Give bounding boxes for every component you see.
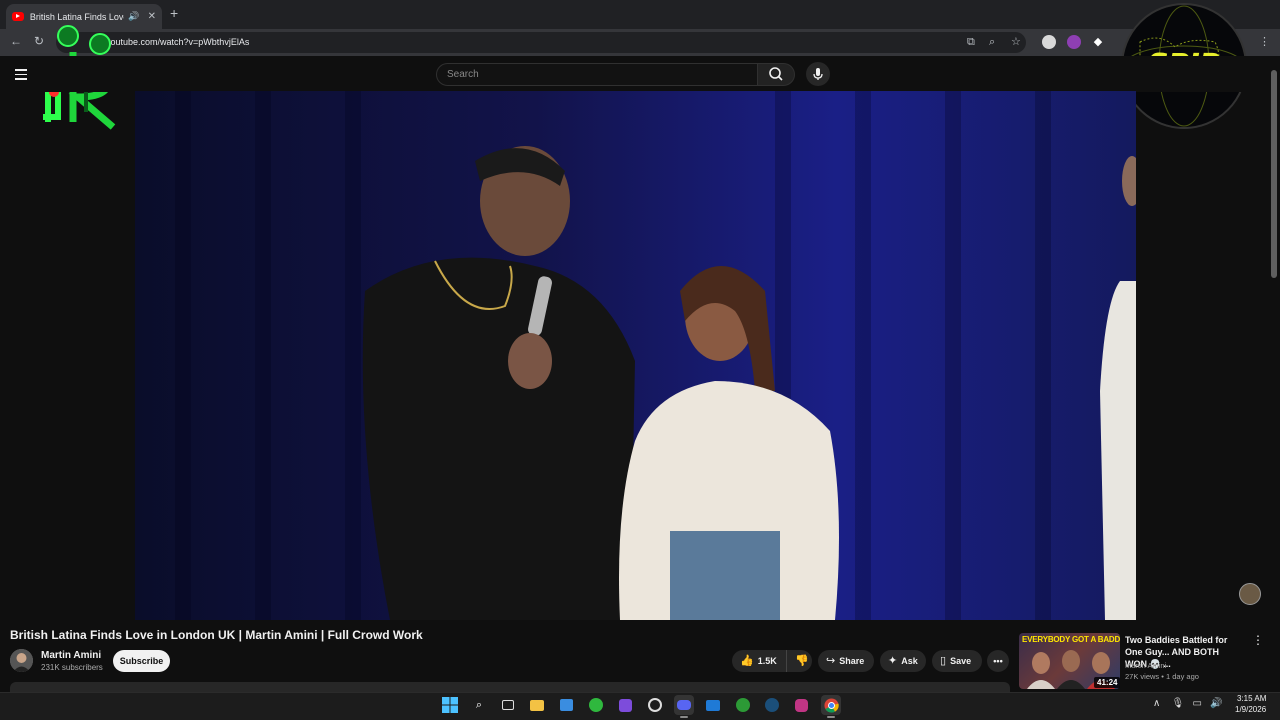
tab-title: British Latina Finds Love in bbox=[29, 11, 125, 22]
browser-toolbar: ← ↻ youtube.com/watch?v=pWbthvjElAs ⧉ ⌕ … bbox=[0, 29, 1280, 56]
windows-taskbar bbox=[0, 692, 1280, 720]
search-input[interactable]: Search bbox=[436, 63, 758, 86]
system-tray[interactable]: ∧ 🎙 ▭ 🔊 bbox=[1153, 698, 1223, 709]
file-explorer-icon[interactable] bbox=[527, 695, 547, 715]
video-frame bbox=[362, 146, 1136, 620]
obs-icon[interactable] bbox=[645, 695, 665, 715]
search-button[interactable] bbox=[757, 63, 795, 86]
mail-icon[interactable] bbox=[703, 695, 723, 715]
recommended-video-meta: 27K views • 1 day ago bbox=[1125, 672, 1199, 681]
microphone-tray-icon[interactable]: 🎙 bbox=[1171, 698, 1184, 709]
thumbs-down-icon: 👎 bbox=[795, 655, 809, 667]
extension-icon[interactable] bbox=[1067, 35, 1081, 49]
steam-icon[interactable] bbox=[762, 695, 782, 715]
more-vertical-icon[interactable]: ⋮ bbox=[1252, 634, 1264, 646]
zoom-icon[interactable]: ⌕ bbox=[989, 36, 995, 48]
ask-button[interactable]: ✦ Ask bbox=[880, 650, 926, 672]
share-button[interactable]: ↪ Share bbox=[818, 650, 874, 672]
like-count: 1.5K bbox=[757, 656, 777, 666]
taskbar-search-icon[interactable]: ⌕ bbox=[469, 695, 489, 715]
voice-search-button[interactable] bbox=[806, 62, 830, 86]
browser-tab-strip: British Latina Finds Love in 🔊 ✕ + bbox=[0, 0, 1280, 29]
network-icon[interactable]: ▭ bbox=[1193, 698, 1202, 709]
windows-logo-icon bbox=[442, 697, 458, 713]
more-horizontal-icon: ••• bbox=[993, 656, 1003, 666]
chrome-logo-icon bbox=[823, 697, 839, 713]
more-actions-button[interactable]: ••• bbox=[987, 650, 1009, 672]
save-button[interactable]: ▯ Save bbox=[932, 650, 982, 672]
like-button[interactable]: 👍 1.5K bbox=[732, 650, 786, 672]
hamburger-menu-icon[interactable] bbox=[15, 69, 27, 83]
url-text[interactable]: youtube.com/watch?v=pWbthvjElAs bbox=[106, 37, 249, 47]
task-view-icon[interactable] bbox=[498, 695, 518, 715]
share-label: Share bbox=[839, 656, 865, 666]
subscribe-button[interactable]: Subscribe bbox=[113, 650, 170, 672]
page-scrollbar[interactable] bbox=[1271, 70, 1277, 278]
apps-grid-icon[interactable] bbox=[615, 695, 635, 715]
share-arrow-icon: ↪ bbox=[826, 655, 836, 667]
save-label: Save bbox=[950, 656, 972, 666]
chrome-icon[interactable] bbox=[821, 695, 841, 718]
discord-icon[interactable] bbox=[674, 695, 694, 718]
video-title: British Latina Finds Love in London UK |… bbox=[10, 628, 423, 642]
chevron-up-icon[interactable]: ∧ bbox=[1153, 698, 1160, 709]
store-icon[interactable] bbox=[556, 695, 576, 715]
start-button[interactable] bbox=[440, 695, 460, 715]
extension-icon[interactable] bbox=[1042, 35, 1056, 49]
youtube-favicon-icon bbox=[12, 12, 24, 21]
bookmark-star-icon[interactable]: ☆ bbox=[1011, 36, 1021, 48]
user-avatar[interactable] bbox=[1239, 583, 1261, 605]
sparkle-icon: ✦ bbox=[888, 655, 898, 667]
bookmark-icon: ▯ bbox=[940, 655, 947, 667]
channel-avatar[interactable] bbox=[10, 649, 33, 672]
extension-icon[interactable]: ◆ bbox=[1091, 35, 1105, 49]
xbox-icon[interactable] bbox=[733, 695, 753, 715]
recommended-channel-name[interactable]: Martin Amini bbox=[1125, 661, 1166, 670]
instagram-icon[interactable] bbox=[791, 695, 811, 715]
back-arrow-icon[interactable]: ← bbox=[10, 34, 22, 48]
video-duration: 41:24 bbox=[1094, 677, 1121, 688]
browser-menu-icon[interactable]: ⋮ bbox=[1259, 36, 1270, 48]
xbox-app-icon[interactable] bbox=[586, 695, 606, 715]
thumbs-up-icon: 👍 bbox=[740, 655, 754, 667]
video-player[interactable] bbox=[135, 91, 1136, 620]
subscriber-count: 231K subscribers bbox=[41, 663, 103, 672]
avatar-icon bbox=[10, 649, 33, 672]
tab-close-icon[interactable]: ✕ bbox=[148, 11, 156, 22]
channel-name[interactable]: Martin Amini bbox=[41, 650, 101, 661]
description-box[interactable] bbox=[10, 682, 1010, 692]
new-tab-icon[interactable]: + bbox=[170, 5, 178, 21]
search-icon bbox=[769, 67, 783, 81]
speaker-icon[interactable]: 🔊 bbox=[128, 11, 139, 22]
clock-time[interactable]: 3:15 AM bbox=[1237, 694, 1266, 703]
volume-icon[interactable]: 🔊 bbox=[1210, 698, 1222, 709]
clock-date[interactable]: 1/9/2026 bbox=[1235, 705, 1266, 714]
dislike-button[interactable]: 👎 bbox=[786, 650, 812, 672]
install-app-icon[interactable]: ⧉ bbox=[967, 36, 975, 48]
ask-label: Ask bbox=[901, 656, 918, 666]
microphone-icon bbox=[813, 68, 823, 80]
